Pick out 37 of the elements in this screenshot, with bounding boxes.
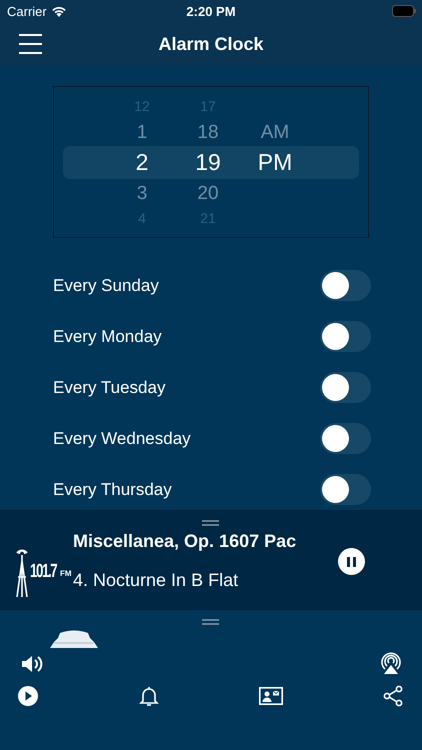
picker-option[interactable]: PM <box>258 149 292 176</box>
station-number: 101.7 <box>30 561 56 583</box>
picker-option[interactable]: AM <box>260 122 290 144</box>
day-label: Every Tuesday <box>53 378 166 398</box>
bell-icon[interactable] <box>138 685 160 707</box>
repeat-toggle[interactable] <box>320 321 371 352</box>
carrier-name: Carrier <box>7 4 47 18</box>
tower-icon <box>15 547 29 597</box>
menu-icon[interactable] <box>19 33 42 55</box>
track-title: Miscellanea, Op. 1607 Pac <box>73 531 296 552</box>
repeat-toggle[interactable] <box>320 270 371 301</box>
screen-title: Alarm Clock <box>158 34 264 54</box>
share-icon[interactable] <box>382 685 404 707</box>
day-label: Every Thursday <box>53 480 172 500</box>
track-subtitle: 4. Nocturne In B Flat <box>73 570 238 591</box>
picker-option[interactable]: 18 <box>197 122 219 144</box>
contact-card-icon[interactable] <box>259 685 283 707</box>
status-time: 2:20 PM <box>186 4 236 19</box>
drag-handle[interactable] <box>202 619 219 625</box>
picker-option[interactable]: 20 <box>197 182 219 204</box>
picker-option[interactable]: 3 <box>136 182 148 204</box>
repeat-toggle[interactable] <box>320 423 371 454</box>
day-label: Every Wednesday <box>53 428 191 448</box>
day-label: Every Monday <box>53 326 162 346</box>
repeat-toggle[interactable] <box>320 474 371 505</box>
airplay-icon[interactable] <box>378 650 404 676</box>
drag-handle[interactable] <box>202 520 219 526</box>
picker-option[interactable]: 2 <box>136 149 148 176</box>
picker-option[interactable]: 1 <box>136 122 148 144</box>
battery-icon <box>392 5 416 17</box>
day-label: Every Sunday <box>53 276 159 296</box>
play-icon[interactable] <box>17 685 39 707</box>
repeat-toggle[interactable] <box>320 372 371 403</box>
picker-option[interactable]: 19 <box>195 149 221 176</box>
pause-button[interactable] <box>338 548 365 575</box>
wifi-icon <box>50 5 67 17</box>
frequency-label: FM <box>60 569 72 578</box>
